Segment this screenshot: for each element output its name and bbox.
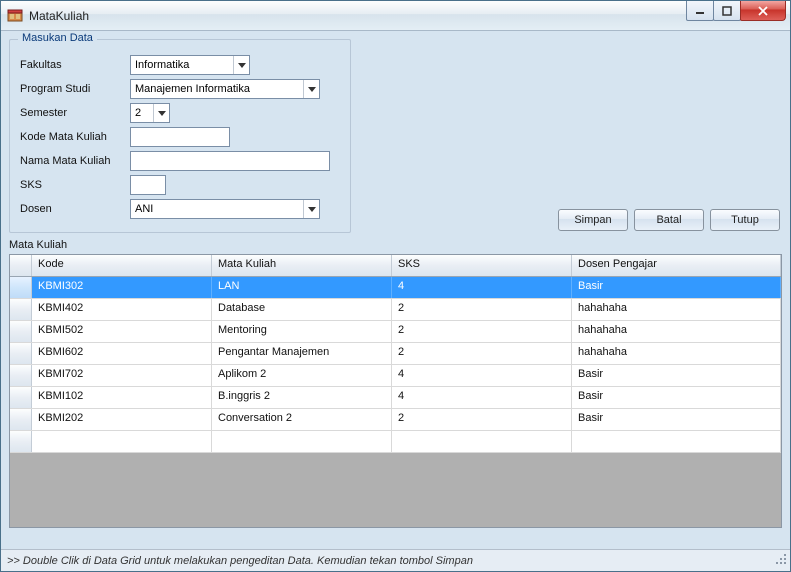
cell-kode[interactable]: KBMI502: [32, 321, 212, 342]
cell-kode[interactable]: KBMI602: [32, 343, 212, 364]
cell-kode[interactable]: KBMI302: [32, 277, 212, 298]
minimize-button[interactable]: [686, 1, 714, 21]
titlebar[interactable]: MataKuliah: [1, 1, 790, 31]
tutup-button[interactable]: Tutup: [710, 209, 780, 231]
cell-kode[interactable]: KBMI702: [32, 365, 212, 386]
cell-dosen[interactable]: hahahaha: [572, 321, 781, 342]
col-header-mk[interactable]: Mata Kuliah: [212, 255, 392, 276]
label-prodi: Program Studi: [20, 83, 130, 95]
label-semester: Semester: [20, 107, 130, 119]
cell-kode[interactable]: KBMI102: [32, 387, 212, 408]
close-button[interactable]: [740, 1, 786, 21]
sks-field[interactable]: [130, 175, 166, 195]
datagrid[interactable]: Kode Mata Kuliah SKS Dosen Pengajar KBMI…: [9, 254, 782, 528]
chevron-down-icon: [303, 200, 319, 218]
table-row[interactable]: KBMI702Aplikom 24Basir: [10, 365, 781, 387]
fakultas-select[interactable]: Informatika: [130, 55, 250, 75]
cell-mk[interactable]: Mentoring: [212, 321, 392, 342]
client-area: Masukan Data Fakultas Informatika Progra…: [1, 31, 790, 571]
table-row[interactable]: KBMI102B.inggris 24Basir: [10, 387, 781, 409]
cell-sks[interactable]: 4: [392, 387, 572, 408]
groupbox-legend: Masukan Data: [18, 32, 97, 44]
cell-mk[interactable]: Database: [212, 299, 392, 320]
app-icon: [7, 8, 23, 24]
resize-grip-icon[interactable]: [776, 554, 788, 569]
cell-mk[interactable]: Aplikom 2: [212, 365, 392, 386]
cell-sks[interactable]: 2: [392, 343, 572, 364]
status-text: >> Double Clik di Data Grid untuk melaku…: [7, 555, 473, 567]
table-row[interactable]: KBMI502Mentoring2hahahaha: [10, 321, 781, 343]
table-row[interactable]: KBMI402Database2hahahaha: [10, 299, 781, 321]
cell-sks[interactable]: 2: [392, 321, 572, 342]
label-fakultas: Fakultas: [20, 59, 130, 71]
chevron-down-icon: [153, 104, 169, 122]
nama-field[interactable]: [130, 151, 330, 171]
semester-select[interactable]: 2: [130, 103, 170, 123]
statusbar: >> Double Clik di Data Grid untuk melaku…: [1, 549, 790, 571]
cell-dosen[interactable]: Basir: [572, 365, 781, 386]
window-title: MataKuliah: [29, 9, 89, 23]
row-header-corner[interactable]: [10, 255, 32, 276]
cell-mk[interactable]: B.inggris 2: [212, 387, 392, 408]
cell-mk[interactable]: Conversation 2: [212, 409, 392, 430]
row-header[interactable]: [10, 387, 32, 408]
chevron-down-icon: [303, 80, 319, 98]
batal-button[interactable]: Batal: [634, 209, 704, 231]
col-header-dosen[interactable]: Dosen Pengajar: [572, 255, 781, 276]
grid-title: Mata Kuliah: [9, 239, 782, 251]
col-header-sks[interactable]: SKS: [392, 255, 572, 276]
row-header[interactable]: [10, 299, 32, 320]
row-header[interactable]: [10, 409, 32, 430]
label-dosen: Dosen: [20, 203, 130, 215]
grid-empty-area: [10, 453, 781, 527]
cell-dosen[interactable]: Basir: [572, 409, 781, 430]
kode-field[interactable]: [130, 127, 230, 147]
cell-mk[interactable]: Pengantar Manajemen: [212, 343, 392, 364]
cell-kode[interactable]: KBMI202: [32, 409, 212, 430]
label-nama: Nama Mata Kuliah: [20, 155, 130, 167]
maximize-button[interactable]: [713, 1, 741, 21]
cell-sks[interactable]: 2: [392, 299, 572, 320]
label-sks: SKS: [20, 179, 130, 191]
row-header[interactable]: [10, 431, 32, 452]
chevron-down-icon: [233, 56, 249, 74]
table-row[interactable]: KBMI302LAN4Basir: [10, 277, 781, 299]
cell-sks[interactable]: 2: [392, 409, 572, 430]
cell-dosen[interactable]: Basir: [572, 387, 781, 408]
dosen-select[interactable]: ANI: [130, 199, 320, 219]
row-header[interactable]: [10, 365, 32, 386]
table-row[interactable]: KBMI602Pengantar Manajemen2hahahaha: [10, 343, 781, 365]
row-header[interactable]: [10, 321, 32, 342]
label-kode: Kode Mata Kuliah: [20, 131, 130, 143]
cell-mk[interactable]: LAN: [212, 277, 392, 298]
row-header[interactable]: [10, 277, 32, 298]
cell-dosen[interactable]: hahahaha: [572, 299, 781, 320]
table-row[interactable]: KBMI202Conversation 22Basir: [10, 409, 781, 431]
cell-sks[interactable]: 4: [392, 277, 572, 298]
cell-sks[interactable]: 4: [392, 365, 572, 386]
simpan-button[interactable]: Simpan: [558, 209, 628, 231]
cell-kode[interactable]: KBMI402: [32, 299, 212, 320]
window: MataKuliah Masukan Data Fakultas Informa…: [0, 0, 791, 572]
prodi-select[interactable]: Manajemen Informatika: [130, 79, 320, 99]
table-row-new[interactable]: ....: [10, 431, 781, 453]
row-header[interactable]: [10, 343, 32, 364]
cell-dosen[interactable]: hahahaha: [572, 343, 781, 364]
cell-dosen[interactable]: Basir: [572, 277, 781, 298]
col-header-kode[interactable]: Kode: [32, 255, 212, 276]
grid-header: Kode Mata Kuliah SKS Dosen Pengajar: [10, 255, 781, 277]
input-groupbox: Masukan Data Fakultas Informatika Progra…: [9, 39, 351, 233]
